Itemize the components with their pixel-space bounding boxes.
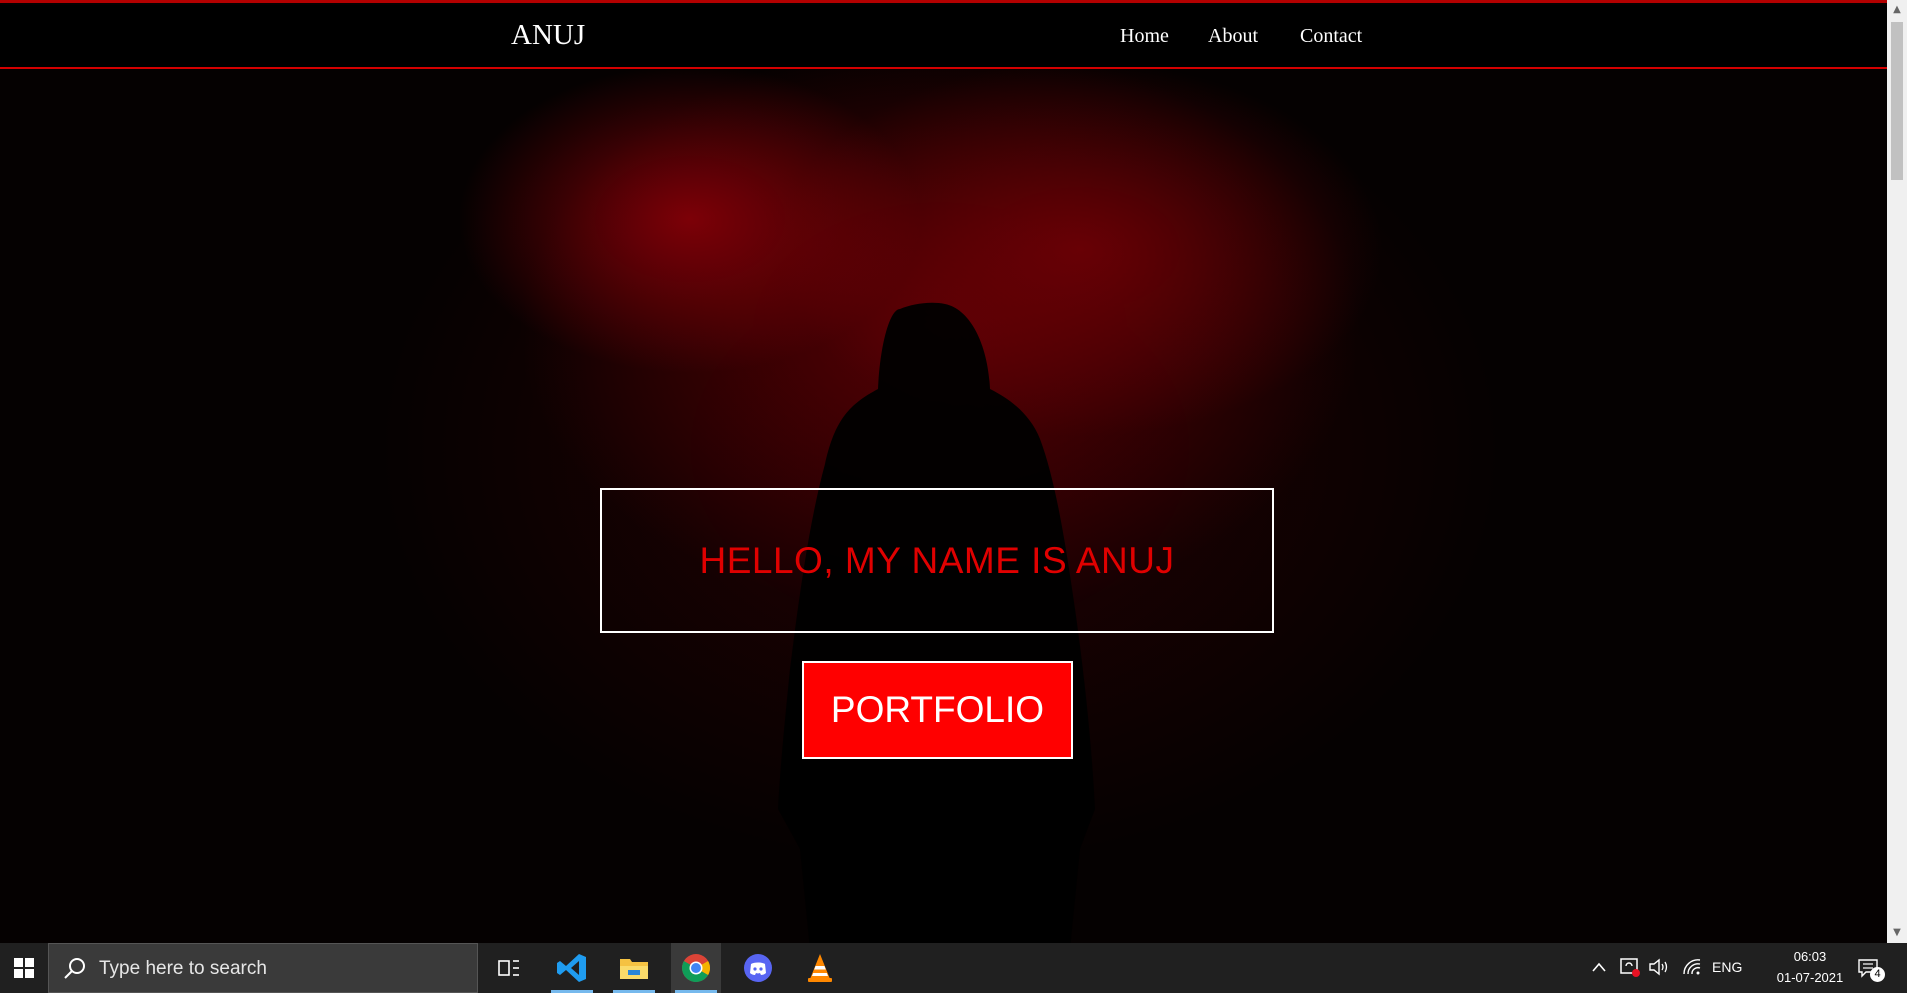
wifi-icon[interactable]: [1681, 957, 1703, 977]
vertical-scrollbar[interactable]: ▲ ▼: [1887, 0, 1907, 943]
taskbar-search-box[interactable]: Type here to search: [48, 943, 478, 993]
clock-time[interactable]: 06:03: [1780, 949, 1840, 964]
greeting-box: HELLO, MY NAME IS ANUJ: [600, 488, 1274, 633]
task-view-button[interactable]: [484, 943, 534, 993]
windows-logo-icon: [14, 958, 34, 978]
notification-count-badge: 4: [1870, 967, 1885, 982]
top-accent-line: [0, 0, 1887, 3]
clock-date[interactable]: 01-07-2021: [1757, 970, 1863, 985]
nav-link-contact[interactable]: Contact: [1300, 25, 1362, 48]
notification-center-button[interactable]: 4: [1855, 954, 1885, 982]
taskbar: Type here to search ENG 06:03 01-07-2021…: [0, 943, 1907, 993]
hero-section: HELLO, MY NAME IS ANUJ PORTFOLIO: [0, 69, 1887, 943]
portfolio-button[interactable]: PORTFOLIO: [802, 661, 1073, 759]
vlc-app[interactable]: [795, 943, 845, 993]
file-explorer-icon: [620, 959, 648, 979]
scroll-up-arrow-icon[interactable]: ▲: [1887, 0, 1907, 20]
navbar: ANUJ Home About Contact: [0, 5, 1887, 69]
chevron-up-icon[interactable]: [1591, 960, 1607, 974]
vscode-app[interactable]: [547, 943, 597, 993]
file-explorer-app[interactable]: [609, 943, 659, 993]
greeting-text: HELLO, MY NAME IS ANUJ: [699, 539, 1175, 581]
scroll-down-arrow-icon[interactable]: ▼: [1887, 923, 1907, 943]
language-indicator[interactable]: ENG: [1712, 959, 1742, 975]
discord-app[interactable]: [733, 943, 783, 993]
scroll-thumb[interactable]: [1891, 22, 1903, 180]
task-view-icon: [498, 960, 519, 976]
search-placeholder: Type here to search: [99, 958, 267, 979]
search-icon: [64, 958, 85, 979]
vscode-icon: [557, 954, 586, 982]
chrome-icon: [682, 954, 710, 982]
defender-status-icon[interactable]: [1619, 956, 1641, 978]
nav-link-about[interactable]: About: [1208, 25, 1258, 48]
brand-logo[interactable]: ANUJ: [511, 19, 585, 52]
vlc-icon: [808, 954, 832, 982]
discord-icon: [744, 954, 772, 982]
nav-link-home[interactable]: Home: [1120, 25, 1169, 48]
volume-icon[interactable]: [1648, 957, 1670, 977]
browser-viewport: HELLO, MY NAME IS ANUJ PORTFOLIO ANUJ Ho…: [0, 0, 1887, 943]
start-button[interactable]: [0, 943, 48, 993]
chrome-app[interactable]: [671, 943, 721, 993]
